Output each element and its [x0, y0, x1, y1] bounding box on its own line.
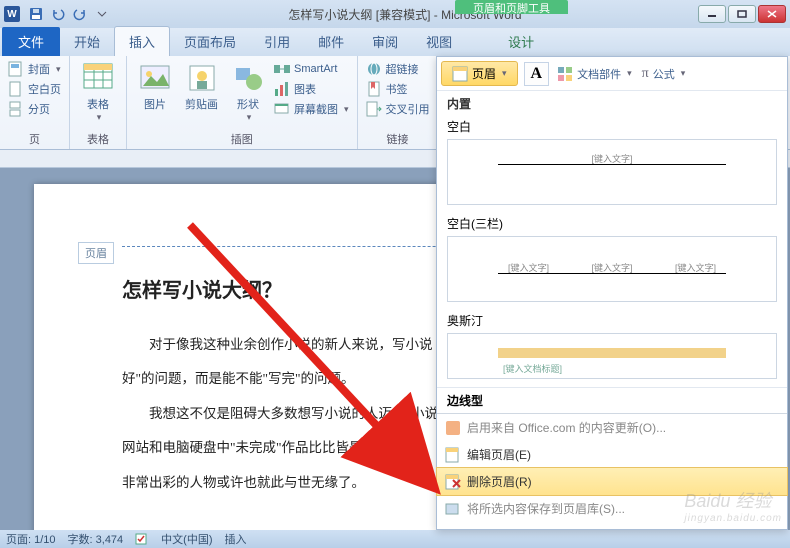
shapes-label: 形状: [237, 96, 259, 112]
preview-austin-label: 奥斯汀: [437, 310, 787, 329]
crossref-button[interactable]: 交叉引用: [366, 100, 430, 118]
window-title: 怎样写小说大纲 [兼容模式] - Microsoft Word: [112, 6, 698, 23]
save-gallery-label: 将所选内容保存到页眉库(S)...: [467, 500, 625, 517]
blank-page-label: 空白页: [28, 81, 61, 97]
quick-parts-icon: [557, 66, 573, 82]
picture-label: 图片: [144, 96, 166, 112]
group-illustrations: 图片 剪贴画 形状▾ SmartArt 图表: [127, 56, 358, 149]
chart-button[interactable]: 图表: [274, 80, 349, 98]
save-gallery-item[interactable]: 将所选内容保存到页眉库(S)...: [437, 495, 787, 522]
tab-file[interactable]: 文件: [2, 27, 60, 56]
quick-parts-label: 文档部件: [577, 66, 621, 82]
group-pages-label: 页: [29, 131, 40, 147]
hyperlink-button[interactable]: 超链接: [366, 60, 430, 78]
status-mode[interactable]: 插入: [225, 531, 247, 547]
cover-page-label: 封面: [28, 61, 50, 77]
remove-header-item[interactable]: 删除页眉(R): [436, 467, 788, 496]
tab-insert[interactable]: 插入: [114, 26, 170, 56]
preview-austin[interactable]: [键入文档标题]: [447, 333, 777, 379]
preview-blank[interactable]: [键入文字]: [447, 139, 777, 205]
status-bar: 页面: 1/10 字数: 3,474 中文(中国) 插入: [0, 530, 790, 548]
smartart-label: SmartArt: [294, 63, 337, 75]
screenshot-label: 屏幕截图: [294, 101, 338, 117]
status-proofing-icon[interactable]: [135, 533, 149, 545]
status-lang[interactable]: 中文(中国): [161, 531, 212, 547]
crossref-label: 交叉引用: [386, 101, 430, 117]
preview-edge-label: 边线型: [437, 387, 787, 409]
group-links: 超链接 书签 交叉引用 链接: [358, 56, 439, 149]
quick-access-toolbar: [26, 4, 112, 24]
preview-blank3[interactable]: [键入文字] [键入文字] [键入文字]: [447, 236, 777, 302]
table-button[interactable]: 表格▾: [78, 60, 118, 125]
hyperlink-label: 超链接: [386, 61, 419, 77]
tab-home[interactable]: 开始: [60, 27, 114, 56]
tab-mailings[interactable]: 邮件: [304, 27, 358, 56]
text-a-icon: A: [531, 65, 543, 83]
header-gallery-panel: 页眉 ▾ A 文档部件▾ π 公式▾ 内置 空白 [键入文字] 空白(三栏) […: [436, 56, 788, 530]
preview-blank3-label: 空白(三栏): [437, 213, 787, 232]
tab-references[interactable]: 引用: [250, 27, 304, 56]
chart-label: 图表: [294, 81, 316, 97]
pi-icon: π: [642, 66, 649, 82]
equation-button[interactable]: π 公式▾: [642, 65, 686, 83]
office-icon: [445, 420, 461, 436]
remove-header-icon: [445, 474, 461, 490]
word-app-icon: W: [4, 6, 20, 22]
page-break-button[interactable]: 分页: [8, 100, 61, 118]
contextual-tool-label: 页眉和页脚工具: [455, 0, 568, 14]
cover-page-button[interactable]: 封面▾: [8, 60, 61, 78]
group-tables-label: 表格: [87, 131, 109, 147]
page-break-label: 分页: [28, 101, 50, 117]
status-words[interactable]: 字数: 3,474: [68, 531, 124, 547]
edit-header-icon: [445, 447, 461, 463]
table-label: 表格: [87, 96, 109, 112]
edit-header-item[interactable]: 编辑页眉(E): [437, 441, 787, 468]
header-button[interactable]: 页眉 ▾: [441, 61, 518, 86]
save-icon[interactable]: [26, 4, 46, 24]
header-zone-tag: 页眉: [78, 242, 114, 264]
shapes-button[interactable]: 形状▾: [228, 60, 268, 125]
smartart-button[interactable]: SmartArt: [274, 60, 349, 78]
title-bar: W 怎样写小说大纲 [兼容模式] - Microsoft Word: [0, 0, 790, 28]
bookmark-button[interactable]: 书签: [366, 80, 430, 98]
tab-view[interactable]: 视图: [412, 27, 466, 56]
office-more-item[interactable]: 启用来自 Office.com 的内容更新(O)...: [437, 414, 787, 441]
preview-austin-text: [键入文档标题]: [503, 362, 562, 375]
maximize-button[interactable]: [728, 5, 756, 23]
group-pages: 封面▾ 空白页 分页 页: [0, 56, 70, 149]
close-button[interactable]: [758, 5, 786, 23]
save-gallery-icon: [445, 501, 461, 517]
group-illustrations-label: 插图: [231, 131, 253, 147]
blank-page-button[interactable]: 空白页: [8, 80, 61, 98]
clipart-label: 剪贴画: [185, 96, 218, 112]
bookmark-label: 书签: [386, 81, 408, 97]
minimize-button[interactable]: [698, 5, 726, 23]
text-box-row[interactable]: A: [524, 62, 550, 86]
office-more-label: 启用来自 Office.com 的内容更新(O)...: [467, 419, 666, 436]
picture-button[interactable]: 图片: [135, 60, 175, 114]
clipart-button[interactable]: 剪贴画: [181, 60, 222, 114]
remove-header-label: 删除页眉(R): [467, 473, 532, 490]
group-tables: 表格▾ 表格: [70, 56, 127, 149]
screenshot-button[interactable]: 屏幕截图▾: [274, 100, 349, 118]
header-button-label: 页眉: [472, 65, 496, 82]
tab-design[interactable]: 设计: [494, 27, 548, 56]
ribbon-tabs: 文件 开始 插入 页面布局 引用 邮件 审阅 视图 设计: [0, 28, 790, 56]
preview-blank-label: 空白: [437, 116, 787, 135]
tab-layout[interactable]: 页面布局: [170, 27, 250, 56]
tab-review[interactable]: 审阅: [358, 27, 412, 56]
status-page[interactable]: 页面: 1/10: [6, 531, 56, 547]
builtin-section-label: 内置: [437, 90, 787, 116]
redo-icon[interactable]: [70, 4, 90, 24]
quick-parts-button[interactable]: 文档部件▾: [557, 65, 632, 83]
qat-more-icon[interactable]: [92, 4, 112, 24]
undo-icon[interactable]: [48, 4, 68, 24]
group-links-label: 链接: [387, 131, 409, 147]
equation-label: 公式: [653, 66, 675, 82]
header-icon: [452, 66, 468, 82]
edit-header-label: 编辑页眉(E): [467, 446, 531, 463]
